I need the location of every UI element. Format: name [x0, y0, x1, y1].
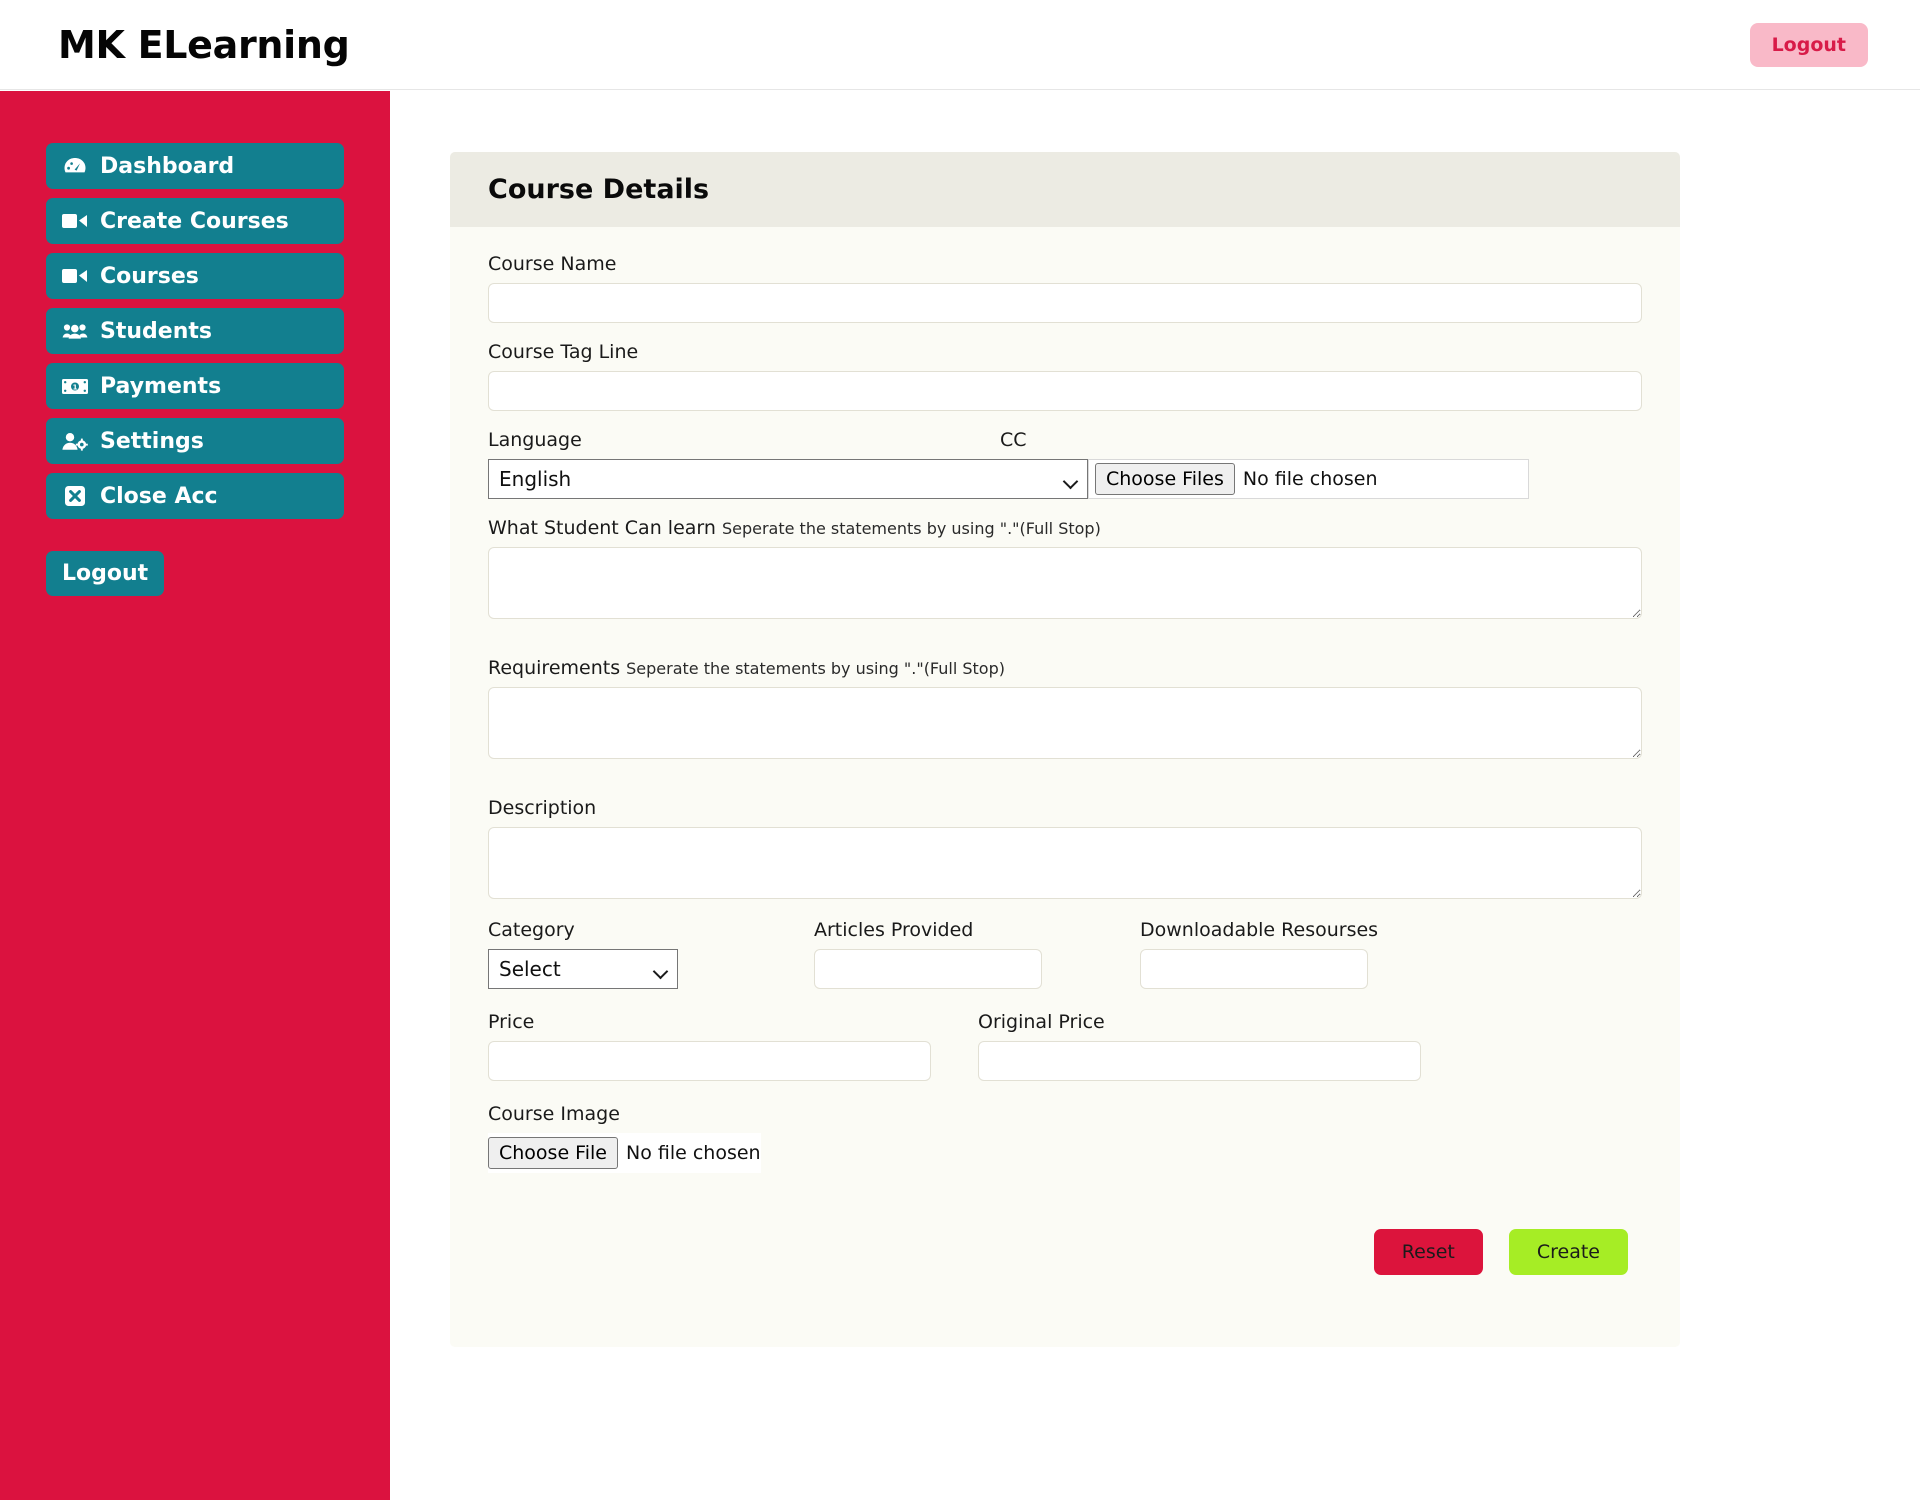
price-row-controls — [488, 1041, 1642, 1081]
sidebar-item-courses[interactable]: Courses — [46, 253, 344, 299]
course-form: Course Name Course Tag Line Language CC … — [450, 227, 1680, 1347]
course-image-label: Course Image — [488, 1103, 620, 1125]
language-select-wrap: English — [488, 459, 1088, 499]
category-label: Category — [488, 919, 575, 941]
close-square-icon — [62, 485, 88, 507]
cc-choose-files-button[interactable]: Choose Files — [1095, 463, 1235, 495]
cc-label-col: CC — [1000, 429, 1027, 459]
price-label: Price — [488, 1011, 535, 1033]
price-input[interactable] — [488, 1041, 931, 1081]
sidebar-item-settings[interactable]: Settings — [46, 418, 344, 464]
price-input-col — [488, 1041, 978, 1081]
field-course-tag-line: Course Tag Line — [488, 341, 1642, 411]
app-brand-title: MK ELearning — [58, 22, 350, 67]
header-logout-button[interactable]: Logout — [1749, 22, 1868, 67]
field-course-name: Course Name — [488, 253, 1642, 323]
language-cc-labels: Language CC — [488, 429, 1642, 459]
category-select[interactable]: Select — [488, 949, 678, 989]
users-icon — [62, 320, 88, 342]
course-tag-line-label: Course Tag Line — [488, 341, 639, 363]
requirements-label-text: Requirements — [488, 657, 621, 679]
sidebar-item-label: Payments — [100, 373, 222, 399]
category-row-controls: Select — [488, 949, 1642, 989]
cc-label: CC — [1000, 429, 1027, 451]
cc-file-input[interactable]: Choose Files No file chosen — [1088, 459, 1529, 499]
category-select-wrap: Select — [488, 949, 678, 989]
requirements-label: Requirements Seperate the statements by … — [488, 657, 1642, 679]
articles-provided-input[interactable] — [814, 949, 1042, 989]
page-root: MK ELearning Logout Dashboard Create Cou… — [0, 0, 1920, 1500]
field-requirements: Requirements Seperate the statements by … — [488, 657, 1642, 759]
course-tag-line-input[interactable] — [488, 371, 1642, 411]
what-student-can-learn-hint: Seperate the statements by using "."(Ful… — [721, 519, 1101, 538]
downloadable-resources-input[interactable] — [1140, 949, 1368, 989]
sidebar-item-students[interactable]: Students — [46, 308, 344, 354]
requirements-hint: Seperate the statements by using "."(Ful… — [626, 659, 1005, 678]
course-image-file-status: No file chosen — [625, 1142, 761, 1164]
language-select[interactable]: English — [488, 459, 1088, 499]
language-cc-controls: English Choose Files No file chosen — [488, 459, 1642, 499]
articles-provided-label: Articles Provided — [814, 919, 974, 941]
price-row-labels: Price Original Price — [488, 1011, 1642, 1041]
sidebar-logout-button[interactable]: Logout — [46, 551, 165, 596]
sidebar: Dashboard Create Courses Courses Student… — [0, 91, 390, 1500]
card-title: Course Details — [450, 152, 1680, 227]
downloadable-input-col — [1140, 949, 1368, 989]
sidebar-item-payments[interactable]: 1 Payments — [46, 363, 344, 409]
sidebar-item-label: Close Acc — [100, 483, 218, 509]
form-actions: Reset Create — [488, 1229, 1642, 1275]
original-price-input[interactable] — [978, 1041, 1421, 1081]
what-student-can-learn-label-text: What Student Can learn — [488, 517, 716, 539]
video-icon — [62, 265, 88, 287]
course-image-file-input[interactable]: Choose File No file chosen — [488, 1133, 761, 1173]
price-label-col: Price — [488, 1011, 978, 1041]
reset-button[interactable]: Reset — [1373, 1229, 1483, 1275]
original-price-input-col — [978, 1041, 1421, 1081]
course-name-label: Course Name — [488, 253, 617, 275]
what-student-can-learn-label: What Student Can learn Seperate the stat… — [488, 517, 1642, 539]
field-category-row: Category Articles Provided Downloadable … — [488, 919, 1642, 989]
top-bar: MK ELearning Logout — [0, 0, 1920, 90]
course-details-card: Course Details Course Name Course Tag Li… — [450, 152, 1680, 1347]
user-gear-icon — [62, 430, 88, 452]
sidebar-item-label: Create Courses — [100, 208, 289, 234]
description-label: Description — [488, 797, 597, 819]
sidebar-item-create-courses[interactable]: Create Courses — [46, 198, 344, 244]
course-name-input[interactable] — [488, 283, 1642, 323]
field-language-cc: Language CC English Choose Files No file… — [488, 429, 1642, 499]
original-price-label: Original Price — [978, 1011, 1105, 1033]
field-description: Description — [488, 797, 1642, 899]
sidebar-item-dashboard[interactable]: Dashboard — [46, 143, 344, 189]
category-row-labels: Category Articles Provided Downloadable … — [488, 919, 1642, 949]
sidebar-item-label: Settings — [100, 428, 204, 454]
course-image-choose-file-button[interactable]: Choose File — [488, 1137, 618, 1169]
original-price-label-col: Original Price — [978, 1011, 1105, 1041]
field-what-student-can-learn: What Student Can learn Seperate the stat… — [488, 517, 1642, 619]
category-label-col: Category — [488, 919, 814, 949]
language-label: Language — [488, 429, 582, 451]
video-icon — [62, 210, 88, 232]
what-student-can-learn-textarea[interactable] — [488, 547, 1642, 619]
svg-text:1: 1 — [73, 383, 78, 391]
articles-label-col: Articles Provided — [814, 919, 1140, 949]
money-bill-icon: 1 — [62, 375, 88, 397]
sidebar-item-label: Dashboard — [100, 153, 235, 179]
sidebar-item-label: Students — [100, 318, 212, 344]
downloadable-resources-label: Downloadable Resourses — [1140, 919, 1379, 941]
description-textarea[interactable] — [488, 827, 1642, 899]
sidebar-item-close-acc[interactable]: Close Acc — [46, 473, 344, 519]
category-select-col: Select — [488, 949, 814, 989]
field-price-row: Price Original Price — [488, 1011, 1642, 1081]
sidebar-item-label: Courses — [100, 263, 199, 289]
cc-file-status: No file chosen — [1242, 468, 1378, 490]
language-label-col: Language — [488, 429, 1000, 459]
field-course-image: Course Image Choose File No file chosen — [488, 1103, 1642, 1173]
articles-input-col — [814, 949, 1140, 989]
create-button[interactable]: Create — [1508, 1229, 1628, 1275]
main-content: Course Details Course Name Course Tag Li… — [390, 91, 1920, 1500]
downloadable-label-col: Downloadable Resourses — [1140, 919, 1378, 949]
dashboard-icon — [62, 155, 88, 177]
requirements-textarea[interactable] — [488, 687, 1642, 759]
